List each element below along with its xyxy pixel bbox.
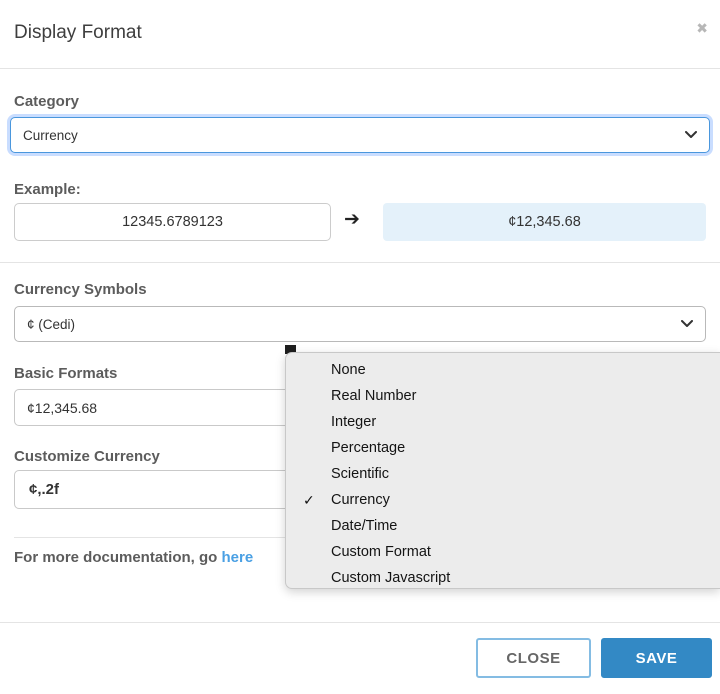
close-icon[interactable]: ✖: [696, 20, 708, 37]
example-input[interactable]: [14, 203, 331, 241]
basic-formats-label: Basic Formats: [14, 365, 117, 382]
dropdown-item-real-number[interactable]: Real Number: [286, 383, 720, 409]
display-format-modal: Display Format ✖ Category Currency Examp…: [0, 0, 720, 694]
dropdown-item-date-time[interactable]: Date/Time: [286, 513, 720, 539]
documentation-link[interactable]: here: [222, 549, 254, 566]
section-divider: [0, 262, 720, 263]
example-result: ¢12,345.68: [383, 203, 706, 241]
example-label: Example:: [14, 181, 81, 198]
arrow-right-icon: ➔: [344, 208, 360, 231]
dropdown-item-none[interactable]: None: [286, 357, 720, 383]
chevron-down-icon: [681, 320, 693, 328]
category-dropdown-menu: None Real Number Integer Percentage Scie…: [285, 352, 720, 589]
modal-title: Display Format: [14, 22, 142, 44]
dropdown-item-currency[interactable]: ✓Currency: [286, 487, 720, 513]
checkmark-icon: ✓: [303, 487, 315, 513]
currency-symbols-label: Currency Symbols: [14, 281, 147, 298]
chevron-down-icon: [685, 131, 697, 139]
dropdown-item-custom-javascript[interactable]: Custom Javascript: [286, 565, 720, 591]
customize-currency-label: Customize Currency: [14, 448, 160, 465]
save-button[interactable]: SAVE: [601, 638, 712, 678]
currency-symbols-select[interactable]: ¢ (Cedi): [14, 306, 706, 342]
footer-divider: [0, 622, 720, 623]
header-divider: [0, 68, 720, 69]
dropdown-item-integer[interactable]: Integer: [286, 409, 720, 435]
documentation-line: For more documentation, go here: [14, 549, 253, 566]
dropdown-item-percentage[interactable]: Percentage: [286, 435, 720, 461]
dropdown-item-scientific[interactable]: Scientific: [286, 461, 720, 487]
close-button[interactable]: CLOSE: [476, 638, 591, 678]
category-select[interactable]: Currency: [10, 117, 710, 153]
category-label: Category: [14, 93, 79, 110]
category-select-value: Currency: [11, 128, 685, 143]
currency-symbols-value: ¢ (Cedi): [15, 317, 681, 332]
dropdown-item-custom-format[interactable]: Custom Format: [286, 539, 720, 565]
documentation-text: For more documentation, go: [14, 549, 222, 566]
